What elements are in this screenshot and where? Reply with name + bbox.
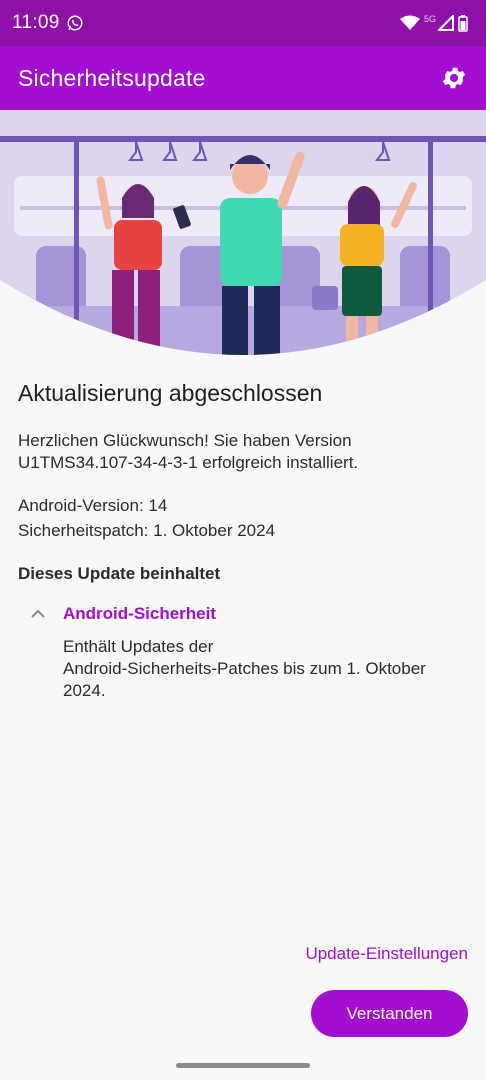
android-security-expander[interactable]: Android-Sicherheit	[28, 604, 216, 624]
status-bar: 11:09 5G	[0, 0, 486, 46]
chevron-up-icon	[28, 604, 48, 624]
signal-icon	[438, 15, 454, 31]
description-line-2: Android-Sicherheits-Patches bis zum 1. O…	[63, 659, 426, 678]
gear-icon[interactable]	[440, 64, 468, 92]
battery-icon	[458, 14, 468, 32]
description-line-3: 2024.	[63, 681, 106, 700]
confirm-button[interactable]: Verstanden	[311, 990, 468, 1037]
update-settings-link[interactable]: Update-Einstellungen	[305, 944, 468, 964]
description-line-1: Enthält Updates der	[63, 637, 214, 656]
security-patch-text: Sicherheitspatch: 1. Oktober 2024	[18, 521, 276, 540]
congrats-line-2: U1TMS34.107-34-4-3-1 erfolgreich install…	[18, 453, 359, 472]
whatsapp-icon	[66, 14, 84, 32]
android-security-description: Enthält Updates der Android-Sicherheits-…	[63, 636, 473, 702]
status-time: 11:09	[12, 12, 60, 33]
update-contents-label: Dieses Update beinhaltet	[18, 564, 221, 583]
congrats-line-1: Herzlichen Glückwunsch! Sie haben Versio…	[18, 431, 352, 450]
status-icons: 5G	[399, 14, 468, 32]
android-version-text: Android-Version: 14	[18, 496, 168, 515]
network-type-label: 5G	[423, 14, 436, 24]
gesture-nav-handle[interactable]	[176, 1063, 310, 1068]
app-bar: Sicherheitsupdate	[0, 46, 486, 110]
congrats-text: Herzlichen Glückwunsch! Sie haben Versio…	[18, 430, 468, 474]
update-heading: Aktualisierung abgeschlossen	[18, 380, 323, 406]
page-title: Sicherheitsupdate	[18, 64, 206, 91]
android-security-title: Android-Sicherheit	[63, 604, 217, 623]
hero-illustration	[0, 110, 486, 360]
wifi-icon	[399, 15, 420, 31]
